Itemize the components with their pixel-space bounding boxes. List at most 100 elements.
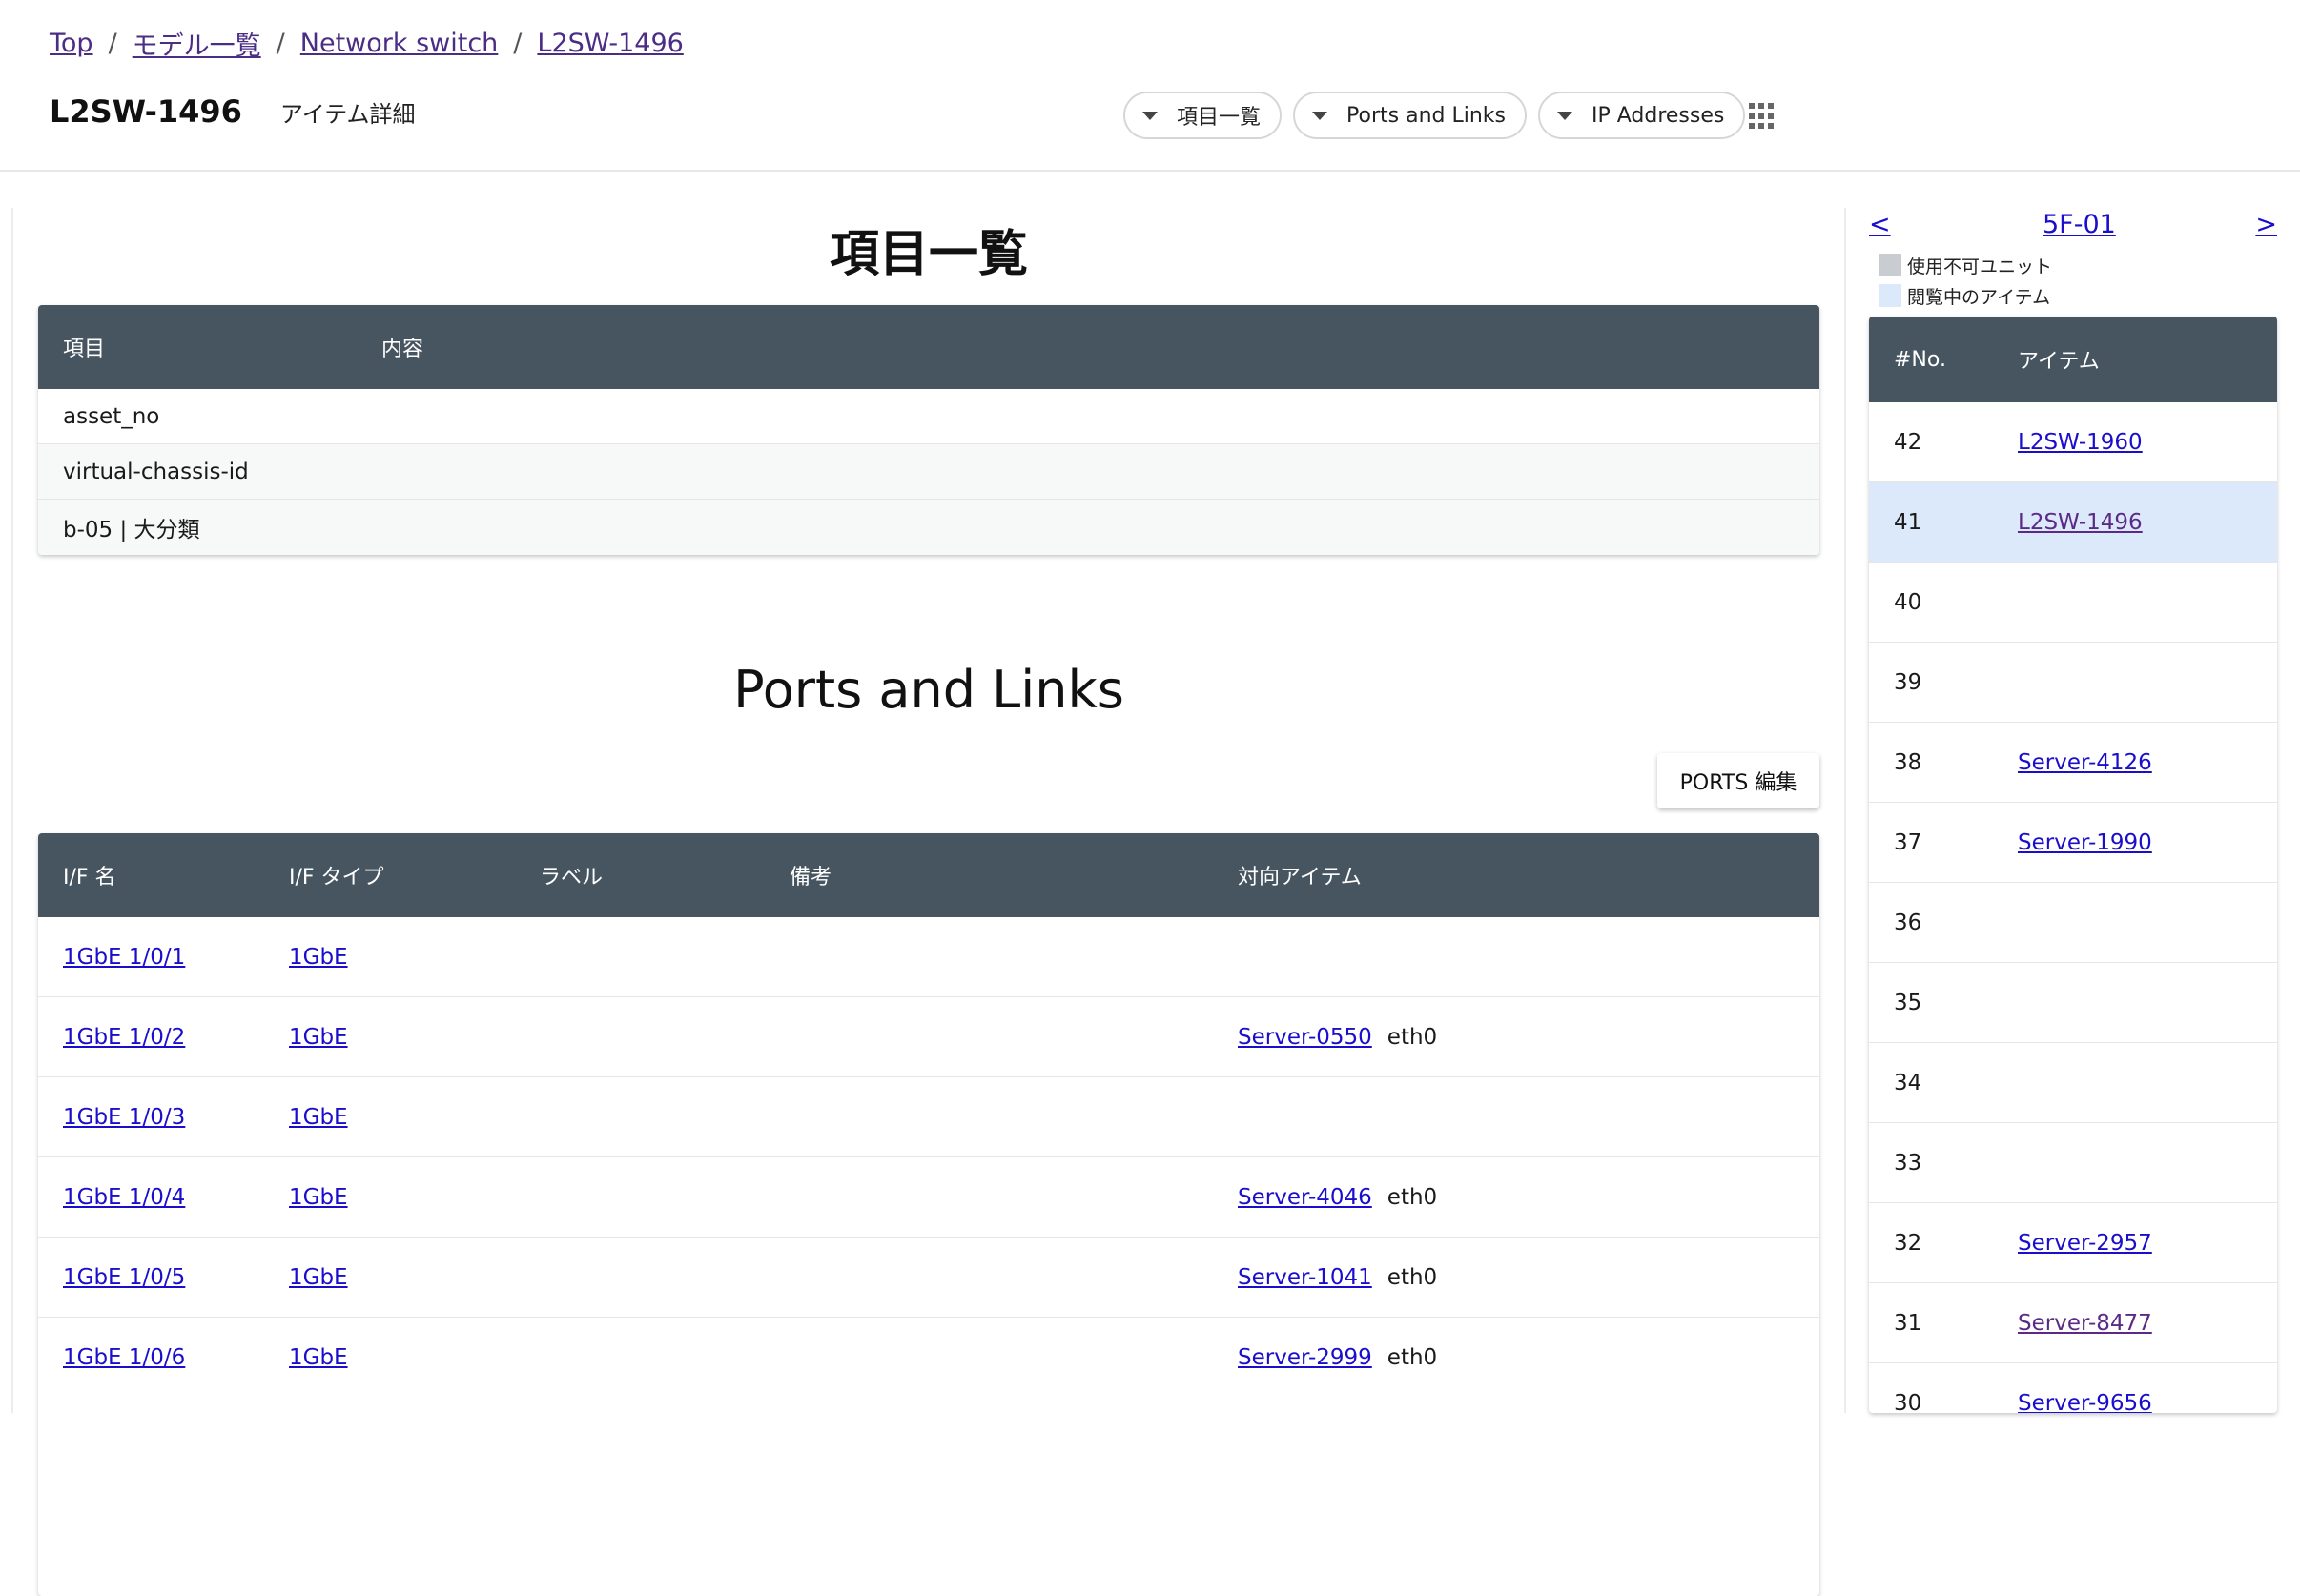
breadcrumb-network-switch[interactable]: Network switch: [300, 29, 499, 58]
peer-item-link[interactable]: Server-4046: [1238, 1185, 1372, 1210]
page-header: Top / モデル一覧 / Network switch / L2SW-1496…: [0, 0, 2300, 172]
if-type-link[interactable]: 1GbE: [289, 1025, 348, 1050]
legend-viewing-label: 閲覧中のアイテム: [1907, 286, 2051, 308]
rack-row: 39: [1869, 643, 2277, 723]
edit-ports-button[interactable]: PORTS 編集: [1657, 753, 1819, 808]
rack-row: 30 Server-9656: [1869, 1363, 2277, 1413]
item-key: b-05 | 大分類: [63, 518, 200, 542]
unit-no: 42: [1894, 429, 1922, 455]
caret-down-icon: [1142, 111, 1158, 120]
title-row: L2SW-1496 アイテム詳細: [50, 93, 416, 130]
unit-no: 34: [1894, 1070, 1922, 1095]
rack-table: #No. アイテム 42 L2SW-1960 41 L2SW-1496 40 3…: [1869, 317, 2277, 1413]
breadcrumb: Top / モデル一覧 / Network switch / L2SW-1496: [50, 25, 684, 62]
peer-item-link[interactable]: Server-1041: [1238, 1265, 1372, 1290]
if-name-link[interactable]: 1GbE 1/0/5: [63, 1265, 185, 1290]
section-jump-buttons: 項目一覧 Ports and Links IP Addresses: [1123, 92, 1746, 139]
rack-row: 31 Server-8477: [1869, 1283, 2277, 1363]
if-type-link[interactable]: 1GbE: [289, 1185, 348, 1210]
jump-ip-button[interactable]: IP Addresses: [1537, 92, 1746, 139]
table-row: 1GbE 1/0/1 1GbE: [38, 917, 1819, 997]
rack-row: 33: [1869, 1123, 2277, 1203]
blue-swatch-icon: [1879, 284, 1901, 307]
peer-cell: [1238, 1105, 1819, 1130]
rack-legend: 使用不可ユニット 閲覧中のアイテム: [1879, 250, 2052, 311]
if-name-link[interactable]: 1GbE 1/0/3: [63, 1105, 185, 1130]
unit-no: 36: [1894, 910, 1922, 935]
rack-row: 36: [1869, 883, 2277, 963]
peer-cell: [1238, 945, 1819, 970]
peer-cell: Server-2999 eth0: [1238, 1345, 1819, 1370]
table-row: virtual-chassis-id: [38, 444, 1819, 500]
gray-swatch-icon: [1879, 254, 1901, 276]
peer-item-link[interactable]: Server-2999: [1238, 1345, 1372, 1370]
unit-no: 32: [1894, 1230, 1922, 1256]
items-table-header: 項目 内容: [38, 305, 1819, 389]
breadcrumb-separator: /: [108, 29, 117, 58]
legend-unavailable: 使用不可ユニット: [1879, 250, 2052, 280]
breadcrumb-separator: /: [276, 29, 285, 58]
if-name-link[interactable]: 1GbE 1/0/1: [63, 945, 185, 970]
jump-ports-label: Ports and Links: [1346, 103, 1506, 128]
rack-prev-link[interactable]: <: [1869, 210, 1891, 239]
column-header-value: 内容: [381, 338, 424, 361]
rack-item-link[interactable]: Server-1990: [2018, 830, 2152, 855]
breadcrumb-separator: /: [513, 29, 523, 58]
rack-name-link[interactable]: 5F-01: [2043, 210, 2116, 239]
rack-row: 42 L2SW-1960: [1869, 402, 2277, 482]
page-title: L2SW-1496: [50, 93, 242, 130]
column-header-key: 項目: [63, 338, 106, 361]
page-subtitle: アイテム詳細: [279, 100, 416, 128]
ports-table-header: I/F 名 I/F タイプ ラベル 備考 対向アイテム: [38, 833, 1819, 917]
jump-ports-button[interactable]: Ports and Links: [1293, 92, 1527, 139]
ports-section-title: Ports and Links: [733, 660, 1124, 720]
unit-no: 31: [1894, 1310, 1922, 1336]
ports-table: I/F 名 I/F タイプ ラベル 備考 対向アイテム 1GbE 1/0/1 1…: [38, 833, 1819, 1596]
breadcrumb-top[interactable]: Top: [50, 29, 93, 58]
rack-navigation: < 5F-01 >: [1869, 208, 2277, 246]
table-row: 1GbE 1/0/6 1GbE Server-2999 eth0: [38, 1318, 1819, 1398]
column-header-item: アイテム: [2018, 350, 2100, 374]
unit-no: 38: [1894, 749, 1922, 775]
column-header-if-name: I/F 名: [63, 866, 116, 890]
jump-ip-label: IP Addresses: [1591, 103, 1725, 128]
unit-no: 41: [1894, 509, 1922, 535]
table-row: b-05 | 大分類: [38, 500, 1819, 555]
if-type-link[interactable]: 1GbE: [289, 1265, 348, 1290]
peer-interface: eth0: [1386, 1264, 1438, 1290]
peer-interface: eth0: [1386, 1024, 1438, 1050]
peer-item-link[interactable]: Server-0550: [1238, 1025, 1372, 1050]
unit-no: 35: [1894, 990, 1922, 1015]
peer-cell: Server-0550 eth0: [1238, 1025, 1819, 1050]
if-name-link[interactable]: 1GbE 1/0/2: [63, 1025, 185, 1050]
rack-item-link[interactable]: Server-9656: [2018, 1391, 2152, 1413]
table-row: 1GbE 1/0/2 1GbE Server-0550 eth0: [38, 997, 1819, 1077]
caret-down-icon: [1556, 111, 1572, 120]
rack-panel-divider: [1844, 208, 1846, 1413]
table-row: asset_no: [38, 389, 1819, 444]
rack-item-link[interactable]: L2SW-1960: [2018, 430, 2143, 455]
rack-item-link[interactable]: L2SW-1496: [2018, 510, 2143, 535]
if-name-link[interactable]: 1GbE 1/0/4: [63, 1185, 185, 1210]
rack-next-link[interactable]: >: [2255, 210, 2277, 239]
if-type-link[interactable]: 1GbE: [289, 1345, 348, 1370]
breadcrumb-model-list[interactable]: モデル一覧: [133, 25, 261, 62]
items-section-title: 項目一覧: [829, 226, 1028, 283]
breadcrumb-current-item[interactable]: L2SW-1496: [537, 29, 683, 58]
if-type-link[interactable]: 1GbE: [289, 945, 348, 970]
apps-grid-icon[interactable]: [1749, 103, 1776, 130]
items-table: 項目 内容 asset_no virtual-chassis-id b-05 |…: [38, 305, 1819, 555]
rack-row: 40: [1869, 563, 2277, 643]
rack-item-link[interactable]: Server-4126: [2018, 750, 2152, 775]
if-name-link[interactable]: 1GbE 1/0/6: [63, 1345, 185, 1370]
column-header-peer: 対向アイテム: [1238, 866, 1362, 890]
jump-items-button[interactable]: 項目一覧: [1123, 92, 1283, 139]
rack-item-link[interactable]: Server-2957: [2018, 1231, 2152, 1256]
unit-no: 40: [1894, 589, 1922, 615]
jump-items-label: 項目一覧: [1177, 106, 1262, 130]
if-type-link[interactable]: 1GbE: [289, 1105, 348, 1130]
rack-item-link[interactable]: Server-8477: [2018, 1311, 2152, 1336]
peer-interface: eth0: [1386, 1184, 1438, 1210]
item-key: virtual-chassis-id: [63, 459, 249, 484]
rack-row: 37 Server-1990: [1869, 803, 2277, 883]
